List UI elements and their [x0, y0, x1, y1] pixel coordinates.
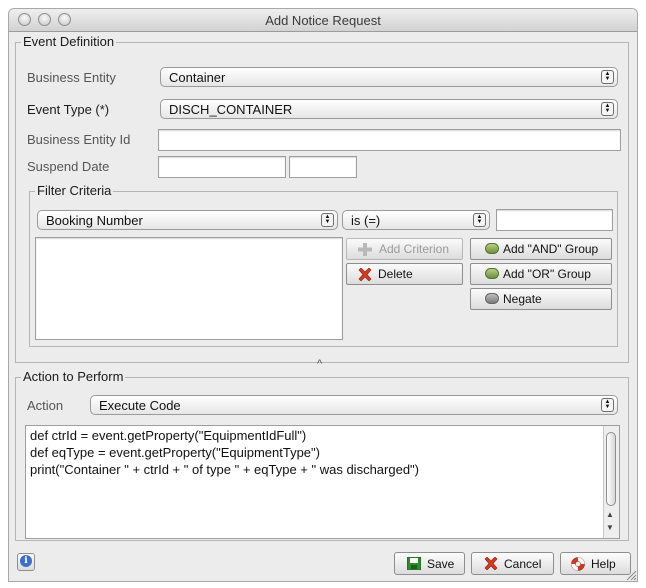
red-x-icon: [484, 556, 498, 571]
suspend-date-input[interactable]: [158, 156, 286, 178]
delete-label: Delete: [378, 267, 413, 281]
select-arrows-icon: ▲ ▼: [473, 213, 486, 227]
action-label: Action: [27, 398, 64, 413]
suspend-date-label: Suspend Date: [27, 159, 110, 174]
info-icon: i: [20, 555, 32, 567]
window-title: Add Notice Request: [265, 13, 381, 28]
select-arrows-icon: ▲ ▼: [601, 70, 614, 84]
delete-button[interactable]: Delete: [346, 263, 463, 285]
filter-criteria-title: Filter Criteria: [35, 183, 114, 199]
negate-icon: [485, 293, 499, 304]
filter-value-input[interactable]: [496, 209, 613, 231]
code-line: def ctrId = event.getProperty("Equipment…: [30, 428, 307, 443]
filter-operator-value: is (=): [351, 213, 381, 228]
action-select[interactable]: Execute Code ▲ ▼: [90, 395, 618, 415]
action-group-title: Action to Perform: [21, 369, 126, 385]
code-vertical-scrollbar[interactable]: ▲ ▼: [603, 426, 619, 538]
add-and-group-button[interactable]: Add "AND" Group: [470, 238, 612, 260]
filter-field-select[interactable]: Booking Number ▲ ▼: [37, 210, 338, 230]
and-group-icon: [485, 243, 499, 254]
code-editor[interactable]: def ctrId = event.getProperty("Equipment…: [25, 425, 620, 539]
lifebuoy-icon: [571, 557, 585, 571]
negate-label: Negate: [503, 292, 542, 306]
add-criterion-button[interactable]: Add Criterion: [346, 238, 463, 260]
plus-icon: [358, 243, 372, 256]
criteria-tree[interactable]: [35, 237, 343, 340]
scrollbar-thumb[interactable]: [606, 432, 616, 506]
scroll-down-arrow-icon[interactable]: ▼: [606, 523, 614, 532]
code-line: def eqType = event.getProperty("Equipmen…: [30, 445, 320, 460]
save-button[interactable]: Save: [394, 552, 465, 575]
cancel-label: Cancel: [504, 557, 542, 571]
event-type-label: Event Type (*): [27, 102, 110, 117]
negate-button[interactable]: Negate: [470, 288, 612, 310]
action-value: Execute Code: [99, 398, 181, 413]
event-type-select[interactable]: DISCH_CONTAINER ▲ ▼: [160, 99, 618, 119]
business-entity-label: Business Entity: [27, 70, 116, 85]
select-arrows-icon: ▲ ▼: [321, 213, 334, 227]
filter-operator-select[interactable]: is (=) ▲ ▼: [342, 210, 490, 230]
suspend-time-input[interactable]: [289, 156, 357, 178]
business-entity-value: Container: [169, 70, 226, 85]
save-icon: [406, 556, 422, 571]
splitter-handle-icon[interactable]: ^: [317, 358, 322, 370]
title-bar: Add Notice Request: [9, 9, 637, 32]
resize-grip-icon[interactable]: [624, 568, 637, 581]
add-criterion-label: Add Criterion: [379, 242, 450, 256]
business-entity-id-label: Business Entity Id: [27, 132, 131, 147]
add-or-group-button[interactable]: Add "OR" Group: [470, 263, 612, 285]
event-type-value: DISCH_CONTAINER: [169, 102, 293, 117]
select-arrows-icon: ▲ ▼: [601, 102, 614, 116]
cancel-button[interactable]: Cancel: [471, 552, 554, 575]
help-label: Help: [591, 557, 616, 571]
filter-field-value: Booking Number: [46, 213, 143, 228]
code-line: print("Container " + ctrId + " of type "…: [30, 462, 419, 477]
save-label: Save: [427, 557, 455, 571]
scroll-up-arrow-icon[interactable]: ▲: [606, 510, 614, 519]
add-and-group-label: Add "AND" Group: [503, 242, 599, 256]
dialog-window: Add Notice Request Event Definition Busi…: [8, 8, 638, 582]
add-or-group-label: Add "OR" Group: [503, 267, 591, 281]
red-x-icon: [358, 267, 372, 282]
event-definition-title: Event Definition: [21, 34, 117, 50]
business-entity-select[interactable]: Container ▲ ▼: [160, 67, 618, 87]
or-group-icon: [485, 268, 499, 279]
business-entity-id-input[interactable]: [158, 129, 621, 151]
info-button[interactable]: i: [17, 553, 35, 571]
select-arrows-icon: ▲ ▼: [601, 398, 614, 412]
help-button[interactable]: Help: [560, 552, 631, 575]
